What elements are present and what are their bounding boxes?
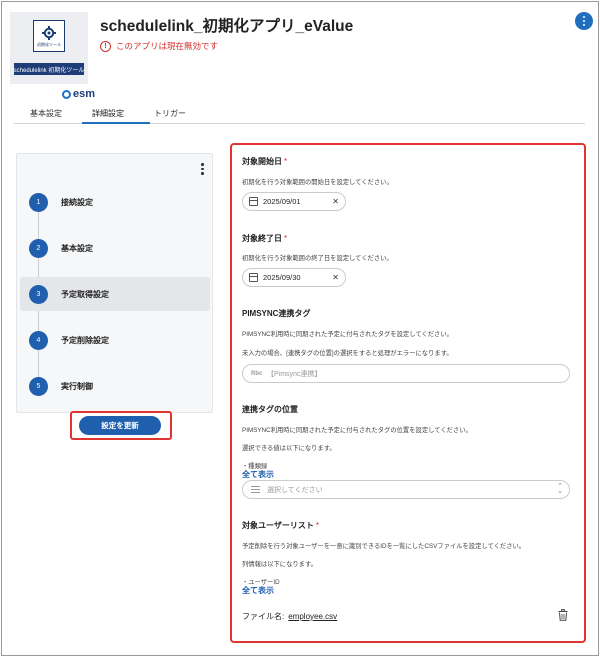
more-vertical-icon xyxy=(201,163,204,166)
tag-position-desc: PIMSYNC利用時に同期された予定に付与されたタグの位置を設定してください。 xyxy=(242,427,472,434)
gear-wrench-icon xyxy=(42,25,56,40)
user-list-label: 対象ユーザーリスト * xyxy=(242,520,319,531)
step-schedule-delete-settings[interactable]: 4 予定削除設定 xyxy=(20,323,210,357)
status-text: このアプリは現在無効です xyxy=(116,41,219,51)
step-number: 5 xyxy=(29,376,48,396)
step-label: 基本設定 xyxy=(61,243,93,253)
pimsync-tag-placeholder: 【Pimsync連携】 xyxy=(267,370,322,378)
logo-caption: 初期化ツール xyxy=(37,41,61,47)
status-message: ! このアプリは現在無効です xyxy=(100,40,218,52)
end-date-input[interactable]: 2025/09/30 ✕ xyxy=(242,268,346,287)
calendar-icon xyxy=(249,197,258,206)
app-logo: 初期化ツール schedulelink 初期化ツール xyxy=(10,12,88,84)
update-settings-button[interactable]: 設定を更新 xyxy=(79,416,161,435)
pimsync-tag-label: PIMSYNC連携タグ xyxy=(242,309,311,318)
required-mark: * xyxy=(315,521,319,530)
end-date-label: 対象終了日 * xyxy=(242,233,287,244)
step-connection-settings[interactable]: 1 接続設定 xyxy=(20,185,210,219)
tab-basic-settings[interactable]: 基本設定 xyxy=(30,108,62,119)
pimsync-tag-input[interactable]: Rbc 【Pimsync連携】 xyxy=(242,364,570,383)
end-date-label-text: 対象終了日 xyxy=(242,234,282,243)
warning-icon: ! xyxy=(100,40,111,52)
step-basic-settings[interactable]: 2 基本設定 xyxy=(20,231,210,265)
file-name-label: ファイル名: xyxy=(242,612,285,621)
start-date-desc: 初期化を行う対象範囲の開始日を設定してください。 xyxy=(242,179,393,186)
step-label: 予定取得設定 xyxy=(61,289,109,299)
start-date-label: 対象開始日 * xyxy=(242,156,287,167)
clear-icon[interactable]: ✕ xyxy=(332,273,339,282)
stepper-menu-button[interactable] xyxy=(201,163,204,175)
step-number: 4 xyxy=(29,330,48,350)
more-vertical-icon xyxy=(583,16,585,18)
list-icon xyxy=(251,486,260,493)
brand-text: esm xyxy=(73,88,96,100)
start-date-value: 2025/09/01 xyxy=(263,197,301,206)
esm-logo-icon xyxy=(62,89,71,99)
logo-banner: schedulelink 初期化ツール xyxy=(14,63,84,75)
app-menu-button[interactable] xyxy=(575,12,593,30)
pimsync-tag-desc-2: 未入力の場合、[連携タグの位置]の選択をすると処理がエラーになります。 xyxy=(242,350,453,357)
user-list-desc-2: 列情報は以下になります。 xyxy=(242,561,317,568)
step-label: 実行制御 xyxy=(61,381,93,391)
tag-position-desc-2: 選択できる値は以下になります。 xyxy=(242,445,336,452)
user-list-desc: 予定削除を行う対象ユーザーを一意に識別できるIDを一覧にしたCSVファイルを設定… xyxy=(242,543,526,550)
start-date-label-text: 対象開始日 xyxy=(242,157,282,166)
tag-position-placeholder: 選択してください xyxy=(267,486,323,494)
required-mark: * xyxy=(284,157,288,166)
tag-position-show-all-link[interactable]: 全て表示 xyxy=(242,469,274,480)
brand-logo: esm xyxy=(62,88,95,100)
user-list-label-text: 対象ユーザーリスト xyxy=(242,521,314,530)
app-title: schedulelink_初期化アプリ_eValue xyxy=(100,18,354,35)
required-mark: * xyxy=(284,234,288,243)
step-number: 2 xyxy=(29,238,48,258)
tab-trigger[interactable]: トリガー xyxy=(154,108,186,119)
tag-position-label: 連携タグの位置 xyxy=(242,405,298,414)
user-list-show-all-link[interactable]: 全て表示 xyxy=(242,585,274,596)
end-date-desc: 初期化を行う対象範囲の終了日を設定してください。 xyxy=(242,255,393,262)
form-highlight xyxy=(230,143,586,643)
step-label: 予定削除設定 xyxy=(61,335,109,345)
tab-advanced-settings[interactable]: 詳細設定 xyxy=(92,108,124,119)
step-label: 接続設定 xyxy=(61,197,93,207)
calendar-icon xyxy=(249,273,258,282)
trash-icon[interactable] xyxy=(558,609,568,621)
logo-emblem: 初期化ツール xyxy=(33,20,65,52)
active-tab-indicator xyxy=(82,122,150,124)
chevron-up-down-icon: ⌃ ⌄ xyxy=(557,482,563,495)
step-schedule-fetch-settings[interactable]: 3 予定取得設定 xyxy=(20,277,210,311)
step-number: 1 xyxy=(29,192,48,212)
step-execution-control[interactable]: 5 実行制御 xyxy=(20,369,210,403)
step-number: 3 xyxy=(29,284,48,304)
tab-bar: 基本設定 詳細設定 トリガー xyxy=(14,104,585,124)
start-date-input[interactable]: 2025/09/01 ✕ xyxy=(242,192,346,211)
pimsync-tag-desc: PIMSYNC利用時に同期された予定に付与されたタグを設定してください。 xyxy=(242,331,453,338)
end-date-value: 2025/09/30 xyxy=(263,273,301,282)
text-type-icon: Rbc xyxy=(251,370,263,377)
uploaded-file-row: ファイル名: employee.csv xyxy=(242,611,337,622)
tag-position-select[interactable]: 選択してください ⌃ ⌄ xyxy=(242,480,570,499)
file-name-link[interactable]: employee.csv xyxy=(288,612,337,621)
clear-icon[interactable]: ✕ xyxy=(332,197,339,206)
